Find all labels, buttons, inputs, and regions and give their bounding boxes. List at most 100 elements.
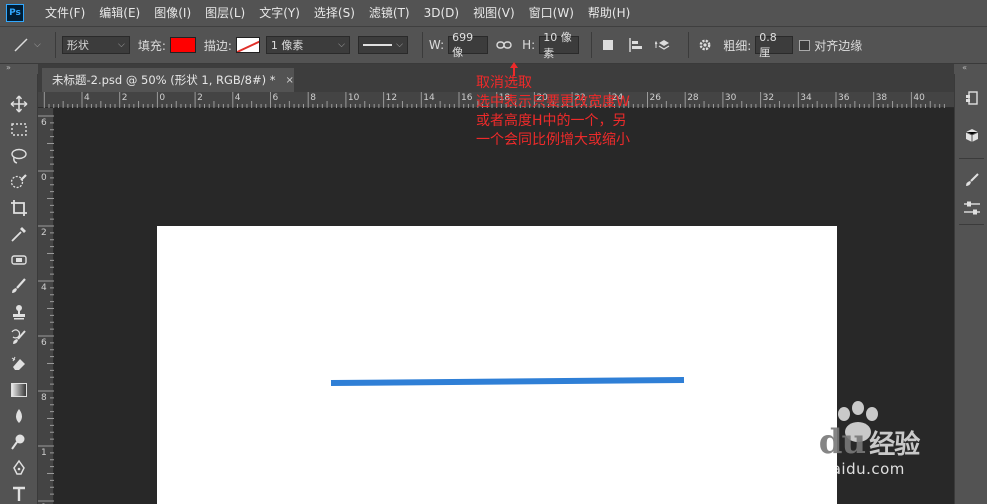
menu-help[interactable]: 帮助(H): [581, 0, 637, 26]
path-alignment-button[interactable]: [626, 35, 646, 55]
3d-panel-button[interactable]: [962, 126, 982, 146]
separator: [959, 158, 984, 159]
path-arrangement-button[interactable]: [654, 35, 674, 55]
dodge-icon: [11, 434, 25, 450]
annotation-line-2: 选中表示只要更改宽度W: [476, 94, 630, 110]
rect-marquee-icon: [11, 123, 27, 136]
width-input[interactable]: 699 像: [448, 31, 489, 59]
eyedropper-icon: [11, 227, 26, 242]
brush-settings-button[interactable]: [962, 170, 982, 190]
stroke-type-select[interactable]: ⌵: [357, 36, 408, 54]
quick-selection-tool[interactable]: [9, 172, 29, 192]
document-tab[interactable]: 未标题-2.psd @ 50% (形状 1, RGB/8#) * ×: [42, 68, 294, 92]
history-brush-icon: [11, 329, 26, 344]
gradient-tool[interactable]: [9, 380, 29, 400]
width-label: W:: [428, 38, 445, 52]
menu-select[interactable]: 选择(S): [307, 0, 362, 26]
ruler-label: 40: [913, 93, 925, 103]
gradient-icon: [11, 383, 27, 397]
ruler-label: 1: [41, 448, 47, 458]
geometry-options-button[interactable]: [695, 35, 715, 55]
menu-type[interactable]: 文字(Y): [252, 0, 307, 26]
square-icon: [603, 40, 614, 50]
align-edges-checkbox[interactable]: [799, 39, 811, 51]
brush-icon: [12, 278, 26, 293]
ruler-label: 16: [461, 93, 473, 103]
move-tool[interactable]: [9, 94, 29, 114]
link-icon: [496, 41, 512, 49]
menu-file[interactable]: 文件(F): [38, 0, 92, 26]
tool-mode-value: 形状: [66, 39, 89, 52]
crop-icon: [11, 200, 27, 216]
weight-input[interactable]: 0.8 厘: [755, 31, 794, 59]
chevron-down-icon: ⌵: [338, 40, 345, 50]
collapse-left-icon[interactable]: »: [6, 63, 11, 72]
brush-tool[interactable]: [9, 276, 29, 296]
crop-tool[interactable]: [9, 198, 29, 218]
close-icon[interactable]: ×: [286, 75, 294, 86]
ruler-label: 4: [41, 283, 47, 293]
blur-tool[interactable]: [9, 406, 29, 426]
options-bar: ⌵ 形状 ⌵ 填充: 描边: 1 像素 ⌵ ⌵ W: 699 像 H: 10 像素: [0, 26, 987, 64]
right-panel-dock: [954, 74, 987, 504]
history-panel-button[interactable]: [962, 88, 982, 108]
baidu-watermark: Baidu 经验 jingyan.baidu.com: [758, 400, 958, 490]
ruler-label: 8: [41, 393, 47, 403]
lasso-tool[interactable]: [9, 146, 29, 166]
menu-edit[interactable]: 编辑(E): [92, 0, 147, 26]
dodge-tool[interactable]: [9, 432, 29, 452]
stroke-label: 描边:: [203, 38, 232, 53]
menu-3d[interactable]: 3D(D): [417, 0, 466, 26]
chevron-down-icon: ⌵: [34, 40, 41, 50]
ruler-label: 28: [687, 93, 699, 103]
ruler-label: 34: [800, 93, 812, 103]
arrange-layers-icon: [655, 40, 670, 50]
stroke-line-icon: [362, 44, 393, 46]
eraser-tool[interactable]: [9, 354, 29, 374]
menu-window[interactable]: 窗口(W): [522, 0, 581, 26]
water-drop-icon: [16, 409, 22, 423]
path-operations-button[interactable]: [598, 35, 618, 55]
history-brush-tool[interactable]: [9, 328, 29, 348]
separator: [591, 32, 593, 58]
menu-view[interactable]: 视图(V): [466, 0, 522, 26]
menu-layer[interactable]: 图层(L): [198, 0, 252, 26]
watermark-brand-cn: 经验: [869, 430, 920, 460]
document-canvas[interactable]: [157, 226, 837, 504]
ruler-label: 0: [41, 173, 47, 183]
ruler-label: 14: [423, 93, 435, 103]
annotation-line-3: 或者高度H中的一个，另: [476, 113, 627, 129]
separator: [959, 224, 984, 225]
shape-line[interactable]: [330, 377, 685, 386]
separator: [54, 32, 56, 58]
menu-image[interactable]: 图像(I): [147, 0, 198, 26]
ruler-label: 8: [310, 93, 316, 103]
stroke-color-swatch[interactable]: [235, 37, 260, 53]
stroke-width-select[interactable]: 1 像素 ⌵: [265, 36, 350, 54]
healing-brush-tool[interactable]: [9, 250, 29, 270]
clone-stamp-tool[interactable]: [9, 302, 29, 322]
watermark-brand-latin: Bai: [758, 422, 820, 462]
menu-filter[interactable]: 滤镜(T): [362, 0, 417, 26]
height-input[interactable]: 10 像素: [539, 31, 580, 60]
adjustments-button[interactable]: [962, 198, 982, 218]
collapse-right-icon[interactable]: «: [962, 63, 967, 72]
type-tool[interactable]: [9, 484, 29, 504]
tool-mode-select[interactable]: 形状 ⌵: [61, 36, 130, 54]
annotation-arrow-icon: [510, 62, 518, 76]
ps-logo-icon: Ps: [6, 4, 24, 22]
stamp-icon: [13, 305, 25, 320]
pen-tool[interactable]: [9, 458, 29, 478]
tool-preset-picker[interactable]: ⌵: [12, 36, 41, 54]
ruler-label: 38: [875, 93, 888, 103]
ruler-label: 2: [41, 228, 47, 238]
fill-color-swatch[interactable]: [169, 37, 196, 53]
separator: [421, 32, 423, 58]
link-proportions-button[interactable]: [494, 35, 514, 55]
marquee-tool[interactable]: [9, 120, 29, 140]
ruler-label: 32: [762, 93, 775, 103]
shape-line-layer[interactable]: [157, 226, 837, 504]
lasso-icon: [11, 148, 27, 164]
align-edges-label: 对齐边缘: [814, 38, 863, 53]
eyedropper-tool[interactable]: [9, 224, 29, 244]
